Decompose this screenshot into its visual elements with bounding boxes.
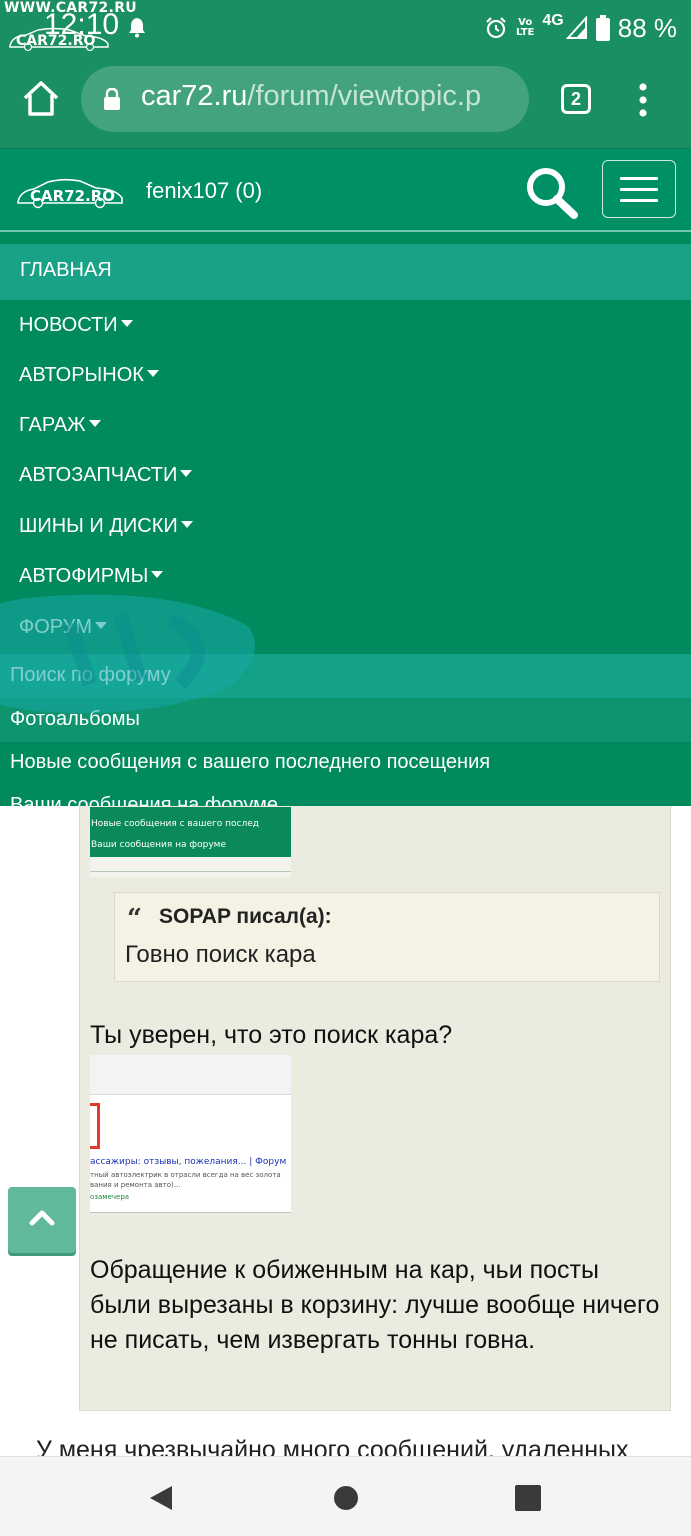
thumbnail-text-line: вания и ремонта авто)... <box>90 1181 181 1189</box>
submenu-item-forum-search[interactable]: Поиск по форуму <box>0 654 691 698</box>
submenu-item-label: Ваши сообщения на форуме <box>10 794 278 806</box>
thumbnail-header-band <box>90 1055 291 1095</box>
url-path: /forum/viewtopic.p <box>247 80 482 112</box>
nav-item-label: НОВОСТИ <box>19 314 118 336</box>
nav-item-automarket[interactable]: АВТОРЫНОК <box>0 352 691 402</box>
more-options-icon[interactable] <box>636 82 650 118</box>
quote-text: Говно поиск кара <box>125 941 316 968</box>
submenu-item-label: Новые сообщения с вашего последнего посе… <box>10 751 491 773</box>
thumbnail-divider <box>90 1212 291 1213</box>
status-icons: Vo LTE 4G 88 % <box>484 10 677 46</box>
nav-item-label: АВТОЗАПЧАСТИ <box>19 464 178 486</box>
nav-item-main[interactable]: ГЛАВНАЯ <box>0 244 691 300</box>
username-link[interactable]: fenix107 (0) <box>146 178 262 204</box>
site-logo-text: CAR72.RO <box>30 187 115 205</box>
submenu-item-photoalbums[interactable]: Фотоальбомы <box>0 698 691 742</box>
volte-indicator: Vo LTE <box>516 18 534 38</box>
caret-down-icon <box>151 571 164 579</box>
home-icon[interactable] <box>20 78 62 120</box>
volte-bottom: LTE <box>516 27 535 38</box>
nav-item-autoparts[interactable]: АВТОЗАПЧАСТИ <box>0 452 691 502</box>
caret-down-icon <box>180 470 193 478</box>
nav-spacer <box>0 232 691 244</box>
tab-switcher-button[interactable]: 2 <box>561 84 591 114</box>
menu-toggle-button[interactable] <box>602 160 676 218</box>
site-header: CAR72.RO fenix107 (0) <box>0 148 691 232</box>
nav-item-garage[interactable]: ГАРАЖ <box>0 402 691 452</box>
post-text: Ты уверен, что это поиск кара? <box>90 1021 453 1049</box>
alarm-icon <box>486 17 506 39</box>
site-logo[interactable]: CAR72.RO <box>16 175 126 209</box>
hamburger-line <box>620 177 658 180</box>
thumbnail-text-line: Новые сообщения с вашего послед <box>91 819 259 829</box>
status-bar: WWW.CAR72.RU 12:10 CAR72.RO Vo LTE 4G 88… <box>0 0 691 56</box>
thumbnail-text-line: озамечера <box>90 1193 130 1201</box>
battery-percent: 88 % <box>617 12 677 43</box>
nav-item-label: АВТОРЫНОК <box>19 364 144 386</box>
post-text: Обращение к обиженным на кар, чьи посты … <box>90 1256 660 1354</box>
submenu-item-label: Фотоальбомы <box>10 708 140 730</box>
nav-dropdown-menu: ГЛАВНАЯ НОВОСТИ АВТОРЫНОК ГАРАЖ АВТОЗАПЧ… <box>0 232 691 806</box>
watermark-logo-text: CAR72.RO <box>16 33 95 49</box>
caret-down-icon <box>146 370 159 378</box>
post-image-thumbnail[interactable]: ассажиры: отзывы, пожелания... | Форум т… <box>90 1055 291 1213</box>
post-content-area: Новые сообщения с вашего послед Ваши соо… <box>0 806 691 1456</box>
caret-down-icon <box>95 622 108 630</box>
post-image-thumbnail[interactable]: Новые сообщения с вашего послед Ваши соо… <box>90 807 291 877</box>
back-icon[interactable] <box>148 1484 174 1512</box>
recent-apps-icon[interactable] <box>515 1485 541 1511</box>
network-type: 4G <box>542 12 564 29</box>
quote-icon: “ <box>127 904 142 934</box>
lock-icon <box>104 88 120 110</box>
browser-toolbar: car72.ru/forum/viewtopic.p 2 <box>0 56 691 148</box>
thumbnail-text-line: Ваши сообщения на форуме <box>91 840 226 850</box>
nav-item-autofirms[interactable]: АВТОФИРМЫ <box>0 553 691 603</box>
thumbnail-text-line: ассажиры: отзывы, пожелания... | Форум <box>90 1157 287 1167</box>
nav-item-tires[interactable]: ШИНЫ И ДИСКИ <box>0 503 691 553</box>
caret-down-icon <box>88 420 101 428</box>
nav-item-label: ФОРУМ <box>19 616 93 638</box>
nav-item-news[interactable]: НОВОСТИ <box>0 302 691 352</box>
url-domain: car72.ru <box>141 80 248 112</box>
home-circle-icon[interactable] <box>333 1485 359 1511</box>
submenu-item-new-messages[interactable]: Новые сообщения с вашего последнего посе… <box>0 741 691 785</box>
nav-item-label: ШИНЫ И ДИСКИ <box>19 515 178 537</box>
forum-post: Новые сообщения с вашего послед Ваши соо… <box>79 806 671 1411</box>
nav-item-label: ГАРАЖ <box>19 414 86 436</box>
nav-item-label: ГЛАВНАЯ <box>20 259 112 281</box>
android-navigation-bar <box>0 1456 691 1536</box>
bell-icon <box>129 18 145 38</box>
hamburger-line <box>620 188 658 191</box>
submenu-item-label: Поиск по форуму <box>10 664 171 686</box>
thumbnail-divider <box>90 871 291 872</box>
submenu-item-your-messages[interactable]: Ваши сообщения на форуме <box>0 784 691 806</box>
caret-down-icon <box>120 320 133 328</box>
signal-icon <box>565 16 587 39</box>
battery-icon <box>595 15 610 41</box>
thumbnail-red-frame <box>90 1103 100 1149</box>
scroll-to-top-button[interactable] <box>8 1187 76 1253</box>
chevron-up-icon <box>29 1210 55 1226</box>
quote-block: “ SOPAP писал(а): Говно поиск кара <box>114 892 660 982</box>
nav-item-label: АВТОФИРМЫ <box>19 565 149 587</box>
nav-item-forum[interactable]: ФОРУМ <box>0 604 691 654</box>
url-text[interactable]: car72.ru/forum/viewtopic.p <box>141 80 521 113</box>
network-indicator: 4G <box>542 12 587 40</box>
next-post-text: У меня чрезвычайно много сообщений, удал… <box>36 1436 629 1456</box>
thumbnail-text-line: тный автоэлектрик в отрасли всегда на ве… <box>90 1171 281 1179</box>
quote-author: SOPAP писал(а): <box>159 905 332 928</box>
search-icon[interactable] <box>522 165 580 219</box>
watermark-logo: CAR72.RO <box>9 27 109 52</box>
hamburger-line <box>620 199 658 202</box>
address-bar[interactable]: car72.ru/forum/viewtopic.p <box>81 66 529 132</box>
caret-down-icon <box>180 521 193 529</box>
